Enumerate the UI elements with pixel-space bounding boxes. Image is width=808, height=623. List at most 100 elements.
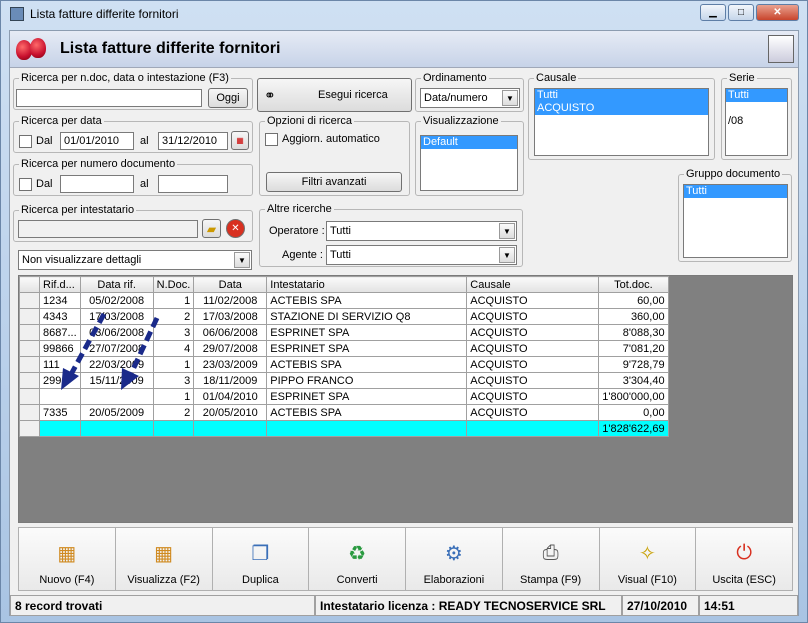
toolbar-button-magic-wand[interactable]: ✧ Visual (F10) (599, 528, 697, 590)
date-from-field[interactable]: 01/01/2010 (60, 132, 134, 150)
row-selector[interactable] (19, 292, 40, 309)
table-row[interactable]: 4343 17/03/2008 2 17/03/2008 STAZIONE DI SER… (19, 308, 669, 325)
page-header: Lista fatture differite fornitori (10, 31, 798, 68)
table-row[interactable]: 1234 05/02/2008 1 11/02/2008 ACTEBIS SPA ACQU… (19, 292, 669, 309)
list-item[interactable]: Tutti (684, 185, 787, 198)
search-button[interactable]: ⚭ Esegui ricerca (257, 78, 412, 112)
toolbar-button-process[interactable]: ⚙ Elaborazioni (406, 528, 503, 590)
table-cell: 4343 (39, 308, 81, 325)
view-grid-icon: ▦ (154, 542, 174, 565)
date-to-field[interactable]: 31/12/2010 (158, 132, 228, 150)
auto-update-checkbox[interactable] (265, 133, 278, 146)
row-selector[interactable] (19, 404, 40, 421)
table-cell: 99866 (39, 340, 81, 357)
table-cell: 01/04/2010 (193, 388, 268, 405)
list-item[interactable]: Tutti (535, 89, 708, 102)
col-header[interactable]: Data rif. (79, 276, 154, 293)
row-selector[interactable] (19, 308, 40, 325)
folder-icon[interactable]: ▰ (202, 219, 221, 238)
col-header[interactable]: Intestatario (266, 276, 468, 293)
list-item[interactable]: Default (421, 136, 517, 149)
chevron-down-icon[interactable]: ▼ (499, 247, 515, 263)
binoculars-icon: ⚭ (264, 86, 276, 103)
row-selector-header (19, 276, 40, 293)
details-select[interactable]: Non visualizzare dettagli ▼ (18, 250, 252, 270)
today-button[interactable]: Oggi (208, 88, 248, 108)
table-cell: 3 (152, 372, 195, 389)
list-item[interactable]: ACQUISTO (535, 102, 708, 115)
table-cell: 17/03/2008 (193, 308, 268, 325)
clear-icon[interactable]: ✕ (226, 219, 245, 238)
col-header[interactable]: Tot.doc. (598, 276, 669, 293)
toolbar-label: Duplica (242, 574, 279, 586)
col-header[interactable]: N.Doc. (152, 276, 195, 293)
table-row[interactable]: 111 22/03/2009 1 23/03/2009 ACTEBIS SPA ACQUI… (19, 356, 669, 373)
operator-select[interactable]: Tutti ▼ (326, 221, 517, 241)
table-cell: 1 (152, 388, 195, 405)
chevron-down-icon[interactable]: ▼ (502, 90, 518, 106)
table-row[interactable]: 8687... 03/06/2008 3 06/06/2008 ESPRINET SPA… (19, 324, 669, 341)
holder-field[interactable] (18, 220, 198, 238)
chevron-down-icon[interactable]: ▼ (234, 252, 250, 268)
number-from-label: Dal (36, 178, 53, 190)
date-search-checkbox[interactable] (19, 135, 32, 148)
serie-list[interactable]: Tutti /08 (725, 88, 788, 156)
toolbar-button-exit[interactable]: ⏻ Uscita (ESC) (696, 528, 792, 590)
view-legend: Visualizzazione (423, 115, 499, 127)
table-cell: 3 (152, 324, 195, 341)
close-button[interactable]: ✕ (756, 4, 799, 21)
table-cell: ACQUISTO (466, 356, 600, 373)
table-cell: ACQUISTO (466, 324, 600, 341)
number-to-field[interactable] (158, 175, 228, 193)
user-settings-icon[interactable] (768, 35, 794, 63)
table-cell: 60,00 (598, 292, 669, 309)
chevron-down-icon[interactable]: ▼ (499, 223, 515, 239)
table-cell: ACQUISTO (466, 404, 600, 421)
col-header[interactable]: Causale (466, 276, 600, 293)
table-row[interactable]: 299 15/11/2009 3 18/11/2009 PIPPO FRANCO ACQU… (19, 372, 669, 389)
table-cell (79, 388, 154, 405)
list-item[interactable]: /08 (726, 115, 787, 128)
advanced-filters-button[interactable]: Filtri avanzati (266, 172, 402, 192)
table-cell: ACTEBIS SPA (266, 404, 468, 421)
table-cell: 0,00 (598, 404, 669, 421)
row-selector[interactable] (19, 372, 40, 389)
row-selector[interactable] (19, 340, 40, 357)
toolbar-button-new-grid[interactable]: ▦ Nuovo (F4) (19, 528, 116, 590)
col-header[interactable]: Data (193, 276, 268, 293)
toolbar-button-convert[interactable]: ♻ Converti (309, 528, 406, 590)
table-row[interactable]: 1 01/04/2010 ESPRINET SPA ACQUISTO 1'800'000… (19, 388, 669, 405)
table-cell: 27/07/2008 (79, 340, 154, 357)
calendar-icon[interactable]: ▦ (231, 131, 249, 150)
status-time: 14:51 (699, 595, 798, 616)
row-selector[interactable] (19, 356, 40, 373)
minimize-button[interactable]: ▁ (700, 4, 726, 21)
magic-wand-icon: ✧ (638, 542, 656, 565)
toolbar-button-view-grid[interactable]: ▦ Visualizza (F2) (115, 528, 213, 590)
causale-list[interactable]: Tutti ACQUISTO (534, 88, 709, 156)
strawberry-logo-icon (12, 35, 52, 63)
number-search-checkbox[interactable] (19, 178, 32, 191)
col-header[interactable]: Rif.d... (39, 276, 81, 293)
search-input[interactable] (16, 89, 202, 107)
list-item[interactable]: Tutti (726, 89, 787, 102)
doc-group-list[interactable]: Tutti (683, 184, 788, 258)
row-selector[interactable] (19, 388, 40, 405)
toolbar-button-duplicate[interactable]: ❐ Duplica (212, 528, 310, 590)
details-select-value: Non visualizzare dettagli (22, 254, 142, 266)
table-row[interactable]: 7335 20/05/2009 2 20/05/2010 ACTEBIS SPA ACQU… (19, 404, 669, 421)
invoice-table[interactable]: Rif.d... Data rif. N.Doc. Data Intestata… (19, 276, 669, 437)
agent-select[interactable]: Tutti ▼ (326, 245, 517, 265)
ordering-select[interactable]: Data/numero ▼ (420, 88, 520, 108)
toolbar-label: Uscita (ESC) (712, 574, 776, 586)
row-selector[interactable] (19, 324, 40, 341)
table-row[interactable]: 99866 27/07/2008 4 29/07/2008 ESPRINET SPA AC… (19, 340, 669, 357)
table-cell: 11/02/2008 (193, 292, 268, 309)
maximize-button[interactable]: □ (728, 4, 754, 21)
toolbar-button-printer[interactable]: ⎙ Stampa (F9) (502, 528, 600, 590)
toolbar-label: Stampa (F9) (520, 574, 582, 586)
number-from-field[interactable] (60, 175, 134, 193)
view-list[interactable]: Default (420, 135, 518, 191)
table-cell: 7335 (39, 404, 81, 421)
table-cell: ESPRINET SPA (266, 324, 468, 341)
